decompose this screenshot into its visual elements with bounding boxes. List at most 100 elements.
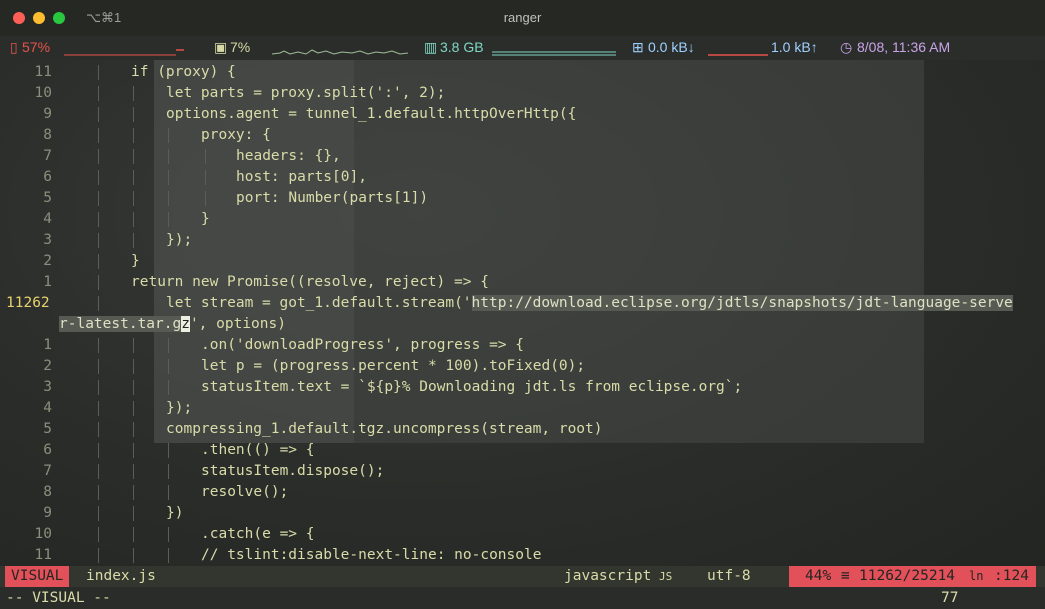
line-number: 9	[43, 505, 52, 521]
line-number: 10	[34, 526, 52, 542]
code-text: // tslint:disable-next-line: no-console	[201, 545, 541, 566]
indent-guide	[168, 170, 169, 185]
code-line[interactable]: 3 statusItem.text = `${p}% Downloading jd…	[0, 377, 1045, 398]
indent-guide	[133, 422, 134, 437]
line-number: 6	[43, 169, 52, 185]
code-segment: .on('downloadProgress', progress => {	[201, 337, 525, 353]
line-number: 5	[43, 190, 52, 206]
code-line[interactable]: 4}	[0, 209, 1045, 230]
code-line[interactable]: 11 // tslint:disable-next-line: no-consol…	[0, 545, 1045, 566]
scroll-percent: 44%	[805, 568, 832, 584]
indent-guide	[133, 128, 134, 143]
indent-guide	[133, 233, 134, 248]
indent-guide	[98, 149, 99, 164]
code-line[interactable]: 5 compressing_1.default.tgz.uncompress(st…	[0, 419, 1045, 440]
code-line[interactable]: 10 let parts = proxy.split(':', 2);	[0, 83, 1045, 104]
code-segment: let parts = proxy.split(':', 2);	[166, 85, 446, 101]
code-line[interactable]: 8 proxy: {	[0, 125, 1045, 146]
code-line[interactable]: 7 headers: {},	[0, 146, 1045, 167]
indent-guide	[98, 401, 99, 416]
indent-guide	[98, 233, 99, 248]
code-line[interactable]: 2 let p = (progress.percent * 100).toFixe…	[0, 356, 1045, 377]
cursor-position: 44% ≡ 11262/25214 ln :124	[789, 566, 1036, 587]
code-segment: resolve();	[201, 484, 289, 500]
code-line[interactable]: 3});	[0, 230, 1045, 251]
line-number: 6	[43, 442, 52, 458]
code-segment: // tslint:disable-next-line: no-console	[201, 547, 542, 563]
file-encoding: utf-8	[707, 568, 751, 584]
code-line[interactable]: 6 .then(() => {	[0, 440, 1045, 461]
code-segment: })	[166, 505, 184, 521]
code-line[interactable]: 6 host: parts[0],	[0, 167, 1045, 188]
indent-guide	[168, 485, 169, 500]
indent-guide	[168, 443, 169, 458]
network-icon: ⊞	[632, 39, 644, 55]
code-text: if (proxy) {	[131, 62, 236, 83]
battery-percent: 57%	[22, 39, 51, 55]
code-line[interactable]: 5 port: Number(parts[1])	[0, 188, 1045, 209]
indent-guide	[205, 149, 206, 164]
indent-guide	[98, 338, 99, 353]
indent-guide	[133, 485, 134, 500]
code-segment: compressing_1.default.tgz.uncompress(str…	[166, 421, 603, 437]
indent-guide	[133, 380, 134, 395]
indent-guide	[133, 443, 134, 458]
code-text: options.agent = tunnel_1.default.httpOve…	[166, 104, 576, 125]
visual-selection: r-latest.tar.g	[59, 316, 182, 332]
code-line[interactable]: 2}	[0, 251, 1045, 272]
line-number: 10	[34, 85, 52, 101]
indent-guide	[168, 191, 169, 206]
title-bar: ⌥⌘1 ranger	[0, 0, 1045, 36]
code-text: return new Promise((resolve, reject) => …	[131, 272, 489, 293]
code-segment: });	[166, 232, 193, 248]
javascript-icon: JS	[659, 570, 673, 583]
code-text: proxy: {	[201, 125, 271, 146]
indent-guide	[133, 401, 134, 416]
code-text: .on('downloadProgress', progress => {	[201, 335, 524, 356]
text-cursor: z	[181, 316, 190, 332]
mode-message: -- VISUAL --	[6, 590, 111, 606]
code-line[interactable]: 8 resolve();	[0, 482, 1045, 503]
code-line[interactable]: 9 options.agent = tunnel_1.default.httpOv…	[0, 104, 1045, 125]
line-number: 11	[34, 547, 52, 563]
indent-guide	[133, 527, 134, 542]
code-text: compressing_1.default.tgz.uncompress(str…	[166, 419, 603, 440]
code-line[interactable]: 4});	[0, 398, 1045, 419]
indent-guide	[168, 464, 169, 479]
indent-guide	[205, 191, 206, 206]
code-line[interactable]: 1 return new Promise((resolve, reject) =>…	[0, 272, 1045, 293]
code-segment: options.agent = tunnel_1.default.httpOve…	[166, 106, 577, 122]
code-line[interactable]: 9})	[0, 503, 1045, 524]
indent-guide	[98, 464, 99, 479]
code-line[interactable]: 1 .on('downloadProgress', progress => {	[0, 335, 1045, 356]
memory-graph	[492, 51, 616, 56]
code-segment: statusItem.dispose();	[201, 463, 385, 479]
indent-guide	[168, 149, 169, 164]
code-segment: headers: {},	[236, 148, 341, 164]
indent-guide	[168, 527, 169, 542]
mode-indicator: VISUAL	[5, 566, 70, 587]
indent-guide	[133, 338, 134, 353]
cpu-percent: 7%	[230, 39, 251, 55]
code-line[interactable]: 10 .catch(e => {	[0, 524, 1045, 545]
line-number: 4	[43, 400, 52, 416]
code-line[interactable]: r-latest.tar.gz', options)	[0, 314, 1045, 335]
system-status-bar: ▯ 57% ▣ 7% ▥ 3.8 GB ⊞ 0.0 kB↓ 1.0 kB↑ ◷ …	[0, 36, 1045, 60]
code-text: statusItem.dispose();	[201, 461, 384, 482]
code-segment: port: Number(parts[1])	[236, 190, 429, 206]
indent-guide	[98, 212, 99, 227]
command-line[interactable]: -- VISUAL -- 77	[0, 587, 1045, 609]
indent-guide	[205, 170, 206, 185]
code-line[interactable]: 11 if (proxy) {	[0, 62, 1045, 83]
indent-guide	[133, 86, 134, 101]
code-line[interactable]: 7 statusItem.dispose();	[0, 461, 1045, 482]
line-number: 4	[43, 211, 52, 227]
net-down: 0.0 kB↓	[648, 39, 695, 55]
indent-guide	[133, 548, 134, 563]
line-number: 9	[43, 106, 52, 122]
code-editor[interactable]: 11 if (proxy) {10 let parts = proxy.split(…	[0, 62, 1045, 566]
code-line[interactable]: 11262 let stream = got_1.default.stream('…	[0, 293, 1045, 314]
line-number: 3	[43, 232, 52, 248]
code-text: }	[201, 209, 210, 230]
datetime: 8/08, 11:36 AM	[857, 39, 951, 55]
